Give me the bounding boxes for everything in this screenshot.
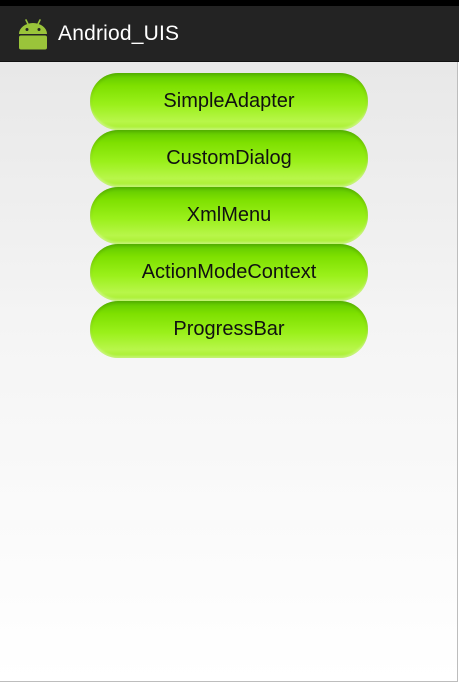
action-bar: Andriod_UIS [0,6,459,62]
action-mode-context-button[interactable]: ActionModeContext [90,244,368,301]
button-list: SimpleAdapter CustomDialog XmlMenu Actio… [90,73,368,358]
android-robot-icon [19,18,47,49]
app-title: Andriod_UIS [58,21,180,45]
xml-menu-button[interactable]: XmlMenu [90,187,368,244]
simple-adapter-button[interactable]: SimpleAdapter [90,73,368,130]
main-content: SimpleAdapter CustomDialog XmlMenu Actio… [0,62,458,682]
custom-dialog-button[interactable]: CustomDialog [90,130,368,187]
progress-bar-button[interactable]: ProgressBar [90,301,368,358]
